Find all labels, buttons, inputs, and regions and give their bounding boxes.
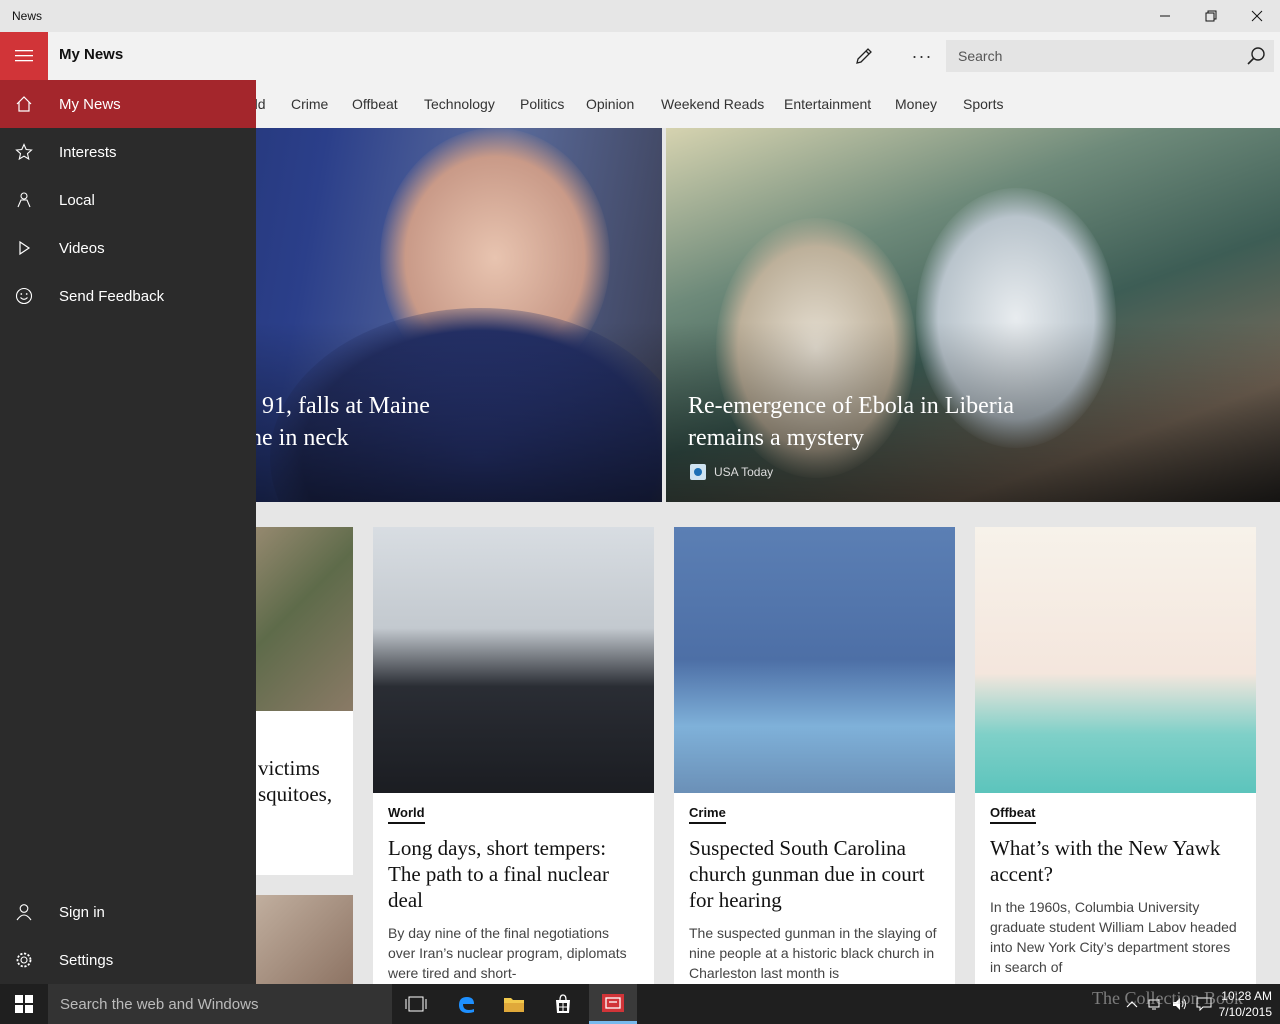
store-button[interactable] <box>539 984 587 1024</box>
window-title: News <box>12 9 43 23</box>
store-icon <box>556 994 570 1013</box>
hero-headline-line: ne in neck <box>250 425 349 451</box>
card-image <box>975 527 1256 793</box>
hero-headline-line: Re-emergence of Ebola in Liberia <box>688 393 1015 419</box>
edit-button[interactable] <box>844 36 884 76</box>
minimize-button[interactable] <box>1142 0 1188 32</box>
nav-item-interests[interactable]: Interests <box>0 128 256 176</box>
tab-sports[interactable]: Sports <box>963 96 1003 112</box>
tab-politics[interactable]: Politics <box>520 96 564 112</box>
nav-item-label: Local <box>59 191 95 209</box>
card-summary: The suspected gunman in the slaying of n… <box>689 925 937 981</box>
pencil-icon <box>856 48 872 64</box>
star-icon <box>0 128 48 176</box>
tab-offbeat[interactable]: Offbeat <box>352 96 398 112</box>
card-title: Suspected South Carolina church gunman d… <box>689 836 925 912</box>
gear-icon <box>0 936 48 984</box>
nav-item-sign-in[interactable]: Sign in <box>0 888 256 936</box>
tab-technology[interactable]: Technology <box>424 96 495 112</box>
home-icon <box>0 80 48 128</box>
search-icon[interactable] <box>1244 44 1268 68</box>
restore-button[interactable] <box>1188 0 1234 32</box>
nav-item-my-news[interactable]: My News <box>0 80 256 128</box>
watermark-text: The Collection Book <box>1092 988 1243 1008</box>
hero-headline-line: , 91, falls at Maine <box>250 393 430 419</box>
taskbar-search[interactable]: Search the web and Windows <box>48 984 392 1024</box>
page-title: My News <box>59 46 124 63</box>
navigation-pane: My News Interests Local Videos Send Feed… <box>0 80 256 984</box>
news-card-world[interactable]: World Long days, short tempers: The path… <box>373 527 654 984</box>
nav-item-label: Videos <box>59 239 105 257</box>
tab-crime[interactable]: Crime <box>291 96 328 112</box>
nav-item-local[interactable]: Local <box>0 176 256 224</box>
card-title: Long days, short tempers: The path to a … <box>388 836 609 912</box>
hero-story-right[interactable]: Re-emergence of Ebola in Liberia remains… <box>666 128 1280 502</box>
card-title: victims squitoes, <box>258 755 353 807</box>
nav-item-label: Send Feedback <box>59 287 165 305</box>
file-explorer-button[interactable] <box>490 984 538 1024</box>
news-app-button[interactable] <box>589 984 637 1024</box>
smiley-icon <box>0 272 48 320</box>
hero-headline: , 91, falls at Maine ne in neck <box>250 390 630 454</box>
tab-weekend-reads[interactable]: Weekend Reads <box>661 96 764 112</box>
usa-today-logo-icon <box>690 464 706 480</box>
start-button[interactable] <box>0 984 48 1024</box>
restore-icon <box>1205 10 1217 22</box>
card-title-line: victims <box>258 756 320 780</box>
category-badge: Offbeat <box>990 805 1036 824</box>
minimize-icon <box>1160 15 1170 17</box>
card-summary: In the 1960s, Columbia University gradua… <box>990 899 1237 975</box>
tab-money[interactable]: Money <box>895 96 937 112</box>
nav-item-send-feedback[interactable]: Send Feedback <box>0 272 256 320</box>
news-card-offbeat[interactable]: Offbeat What’s with the New Yawk accent?… <box>975 527 1256 984</box>
app-header: My News ··· <box>0 32 1280 80</box>
search-input[interactable] <box>946 40 1226 72</box>
windows-logo-icon <box>15 995 33 1013</box>
nav-item-label: Interests <box>59 143 117 161</box>
title-bar: News <box>0 0 1280 32</box>
tab-entertainment[interactable]: Entertainment <box>784 96 871 112</box>
hero-headline-line: remains a mystery <box>688 425 864 451</box>
category-badge: World <box>388 805 425 824</box>
local-icon <box>0 176 48 224</box>
person-icon <box>0 888 48 936</box>
nav-item-label: Sign in <box>59 903 105 921</box>
hamburger-icon <box>15 50 33 62</box>
search-box <box>946 40 1274 72</box>
taskbar: Search the web and Windows 10:28 AM 7/10… <box>0 984 1280 1024</box>
card-image <box>674 527 955 793</box>
hero-source: USA Today <box>690 464 773 480</box>
hamburger-button[interactable] <box>0 32 48 80</box>
card-summary: By day nine of the final negotiations ov… <box>388 925 627 981</box>
more-button[interactable]: ··· <box>902 36 942 76</box>
card-image <box>373 527 654 793</box>
tab-opinion[interactable]: Opinion <box>586 96 634 112</box>
close-icon <box>1251 10 1263 22</box>
task-view-button[interactable] <box>392 984 440 1024</box>
nav-item-videos[interactable]: Videos <box>0 224 256 272</box>
nav-item-label: My News <box>59 95 121 113</box>
edge-button[interactable] <box>442 984 490 1024</box>
source-label: USA Today <box>714 465 774 479</box>
category-badge: Crime <box>689 805 726 824</box>
nav-item-settings[interactable]: Settings <box>0 936 256 984</box>
hero-headline: Re-emergence of Ebola in Liberia remains… <box>688 390 1068 454</box>
card-title-line: squitoes, <box>258 782 333 806</box>
news-card-crime[interactable]: Crime Suspected South Carolina church gu… <box>674 527 955 984</box>
nav-item-label: Settings <box>59 951 114 969</box>
play-icon <box>0 224 48 272</box>
task-view-icon <box>405 996 427 1012</box>
edge-icon <box>459 997 474 1013</box>
card-title: What’s with the New Yawk accent? <box>990 836 1221 886</box>
folder-icon <box>504 998 524 1012</box>
news-icon <box>602 993 624 1012</box>
close-button[interactable] <box>1234 0 1280 32</box>
